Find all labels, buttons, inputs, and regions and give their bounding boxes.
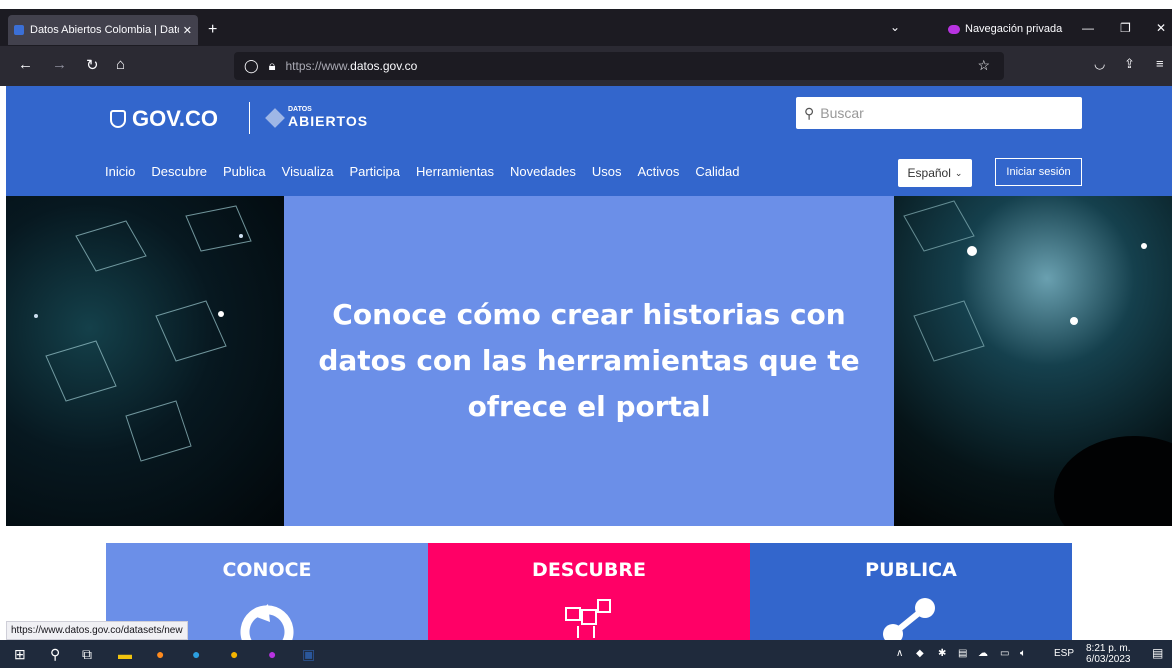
chrome-icon[interactable]: ● <box>230 646 238 662</box>
display-icon[interactable]: ▭ <box>1000 648 1009 659</box>
clock-date: 6/03/2023 <box>1086 654 1131 665</box>
search-placeholder: Buscar <box>820 105 864 121</box>
gov-co-logo[interactable]: GOV.CO <box>110 106 218 132</box>
extensions-icon[interactable]: ⇪ <box>1124 56 1135 72</box>
search-icon: ⚲ <box>804 104 815 121</box>
menu-item-inicio[interactable]: Inicio <box>105 164 135 179</box>
hero-photo-left <box>6 196 284 526</box>
card-descubre[interactable]: DESCUBRE <box>428 543 750 640</box>
logo-divider <box>249 102 250 134</box>
back-icon[interactable]: ← <box>18 56 33 73</box>
volume-icon[interactable]: 🔈︎ <box>1020 648 1026 659</box>
forward-icon[interactable]: → <box>52 56 67 73</box>
bluetooth-icon[interactable]: ✱ <box>938 648 946 659</box>
photos-tray-icon[interactable]: ▤ <box>958 648 967 659</box>
menu-item-visualiza[interactable]: Visualiza <box>282 164 334 179</box>
browser-tab-bar: Datos Abiertos Colombia | Dato ✕ + ⌄ Nav… <box>0 9 1172 46</box>
pocket-icon[interactable]: ◡ <box>1094 56 1105 72</box>
abiertos-text: ABIERTOS <box>288 113 369 129</box>
menu-item-activos[interactable]: Activos <box>637 164 679 179</box>
menu-item-usos[interactable]: Usos <box>592 164 622 179</box>
url-prefix: https://www. <box>285 59 351 73</box>
menu-icon[interactable]: ≡ <box>1156 56 1164 71</box>
wireframe-cubes-graphic <box>34 205 252 462</box>
close-tab-icon[interactable]: ✕ <box>183 24 192 37</box>
tab-title: Datos Abiertos Colombia | Dato <box>30 24 179 36</box>
network-tray-icon[interactable]: ◆ <box>916 648 924 659</box>
site-header: GOV.CO DATOS ABIERTOS ⚲ Buscar Inicio De… <box>6 86 1172 196</box>
screen: Datos Abiertos Colombia | Dato ✕ + ⌄ Nav… <box>0 0 1172 668</box>
input-language[interactable]: ESP <box>1054 648 1074 659</box>
minimize-icon[interactable]: — <box>1082 21 1094 35</box>
notifications-icon[interactable]: ▤ <box>1152 646 1163 660</box>
login-button[interactable]: Iniciar sesión <box>995 158 1082 186</box>
datos-text: DATOS <box>288 106 312 113</box>
task-view-icon[interactable]: ⧉ <box>82 646 92 663</box>
coat-of-arms-icon <box>110 110 126 128</box>
language-label: Español <box>907 166 951 180</box>
refresh-circle-icon <box>240 604 294 640</box>
list-tabs-chevron-icon[interactable]: ⌄ <box>890 20 900 34</box>
hero-headline: Conoce cómo crear historias con datos co… <box>318 298 860 423</box>
lock-icon[interactable]: 🔒︎ <box>269 58 276 74</box>
card-title: DESCUBRE <box>532 559 646 581</box>
private-browsing-indicator: Navegación privada <box>948 23 1062 35</box>
menu-item-descubre[interactable]: Descubre <box>151 164 207 179</box>
home-icon[interactable]: ⌂ <box>116 56 125 73</box>
menu-item-novedades[interactable]: Novedades <box>510 164 576 179</box>
word-icon[interactable]: ▣ <box>302 646 315 663</box>
clock[interactable]: 8:21 p. m. 6/03/2023 <box>1086 643 1131 665</box>
tracking-shield-icon[interactable]: ◯ <box>244 58 259 74</box>
edge-icon[interactable]: ● <box>192 646 200 662</box>
hero-headline-box: Conoce cómo crear historias con datos co… <box>284 196 894 526</box>
clock-time: 8:21 p. m. <box>1086 643 1131 654</box>
card-title: CONOCE <box>222 559 312 581</box>
menu-item-publica[interactable]: Publica <box>223 164 266 179</box>
language-select[interactable]: Español ⌄ <box>898 159 972 187</box>
menu-item-calidad[interactable]: Calidad <box>695 164 739 179</box>
datos-logo-mark-icon <box>265 107 285 128</box>
file-explorer-icon[interactable]: ▬ <box>118 646 132 662</box>
private-label: Navegación privada <box>965 23 1063 35</box>
card-publica[interactable]: PUBLICA <box>750 543 1072 640</box>
windows-taskbar: ⊞ ⚲ ⧉ ▬ ● ● ● ● ▣ ∧ ◆ ✱ ▤ ☁ ▭ 🔈︎ ESP 8:2… <box>0 640 1172 668</box>
new-tab-icon[interactable]: + <box>208 21 217 39</box>
datos-abiertos-logo[interactable]: DATOS ABIERTOS <box>265 106 369 129</box>
search-input[interactable]: ⚲ Buscar <box>796 97 1082 129</box>
close-window-icon[interactable]: ✕ <box>1156 21 1166 35</box>
social-network-icon <box>565 599 611 638</box>
search-taskbar-icon[interactable]: ⚲ <box>50 646 60 663</box>
bookmark-star-icon[interactable]: ☆ <box>977 57 990 74</box>
status-url-tooltip: https://www.datos.gov.co/datasets/new <box>6 621 188 640</box>
hero-photo-right <box>894 196 1172 526</box>
firefox-icon[interactable]: ● <box>156 646 164 662</box>
restore-icon[interactable]: ❐ <box>1120 21 1131 35</box>
reload-icon[interactable]: ↻ <box>86 56 99 74</box>
menu-item-participa[interactable]: Participa <box>349 164 400 179</box>
show-hidden-icons-icon[interactable]: ∧ <box>896 648 903 659</box>
firefox-private-icon[interactable]: ● <box>268 646 276 662</box>
chevron-down-icon: ⌄ <box>954 167 963 178</box>
main-menu: Inicio Descubre Publica Visualiza Partic… <box>105 164 755 179</box>
favicon-icon <box>14 25 24 35</box>
stage-lights-graphic <box>903 200 1172 526</box>
category-cards: CONOCE DESCUBRE PUBLICA <box>106 543 1072 640</box>
url-bar[interactable]: ◯ 🔒︎ https://www. datos.gov.co ☆ <box>234 52 1004 80</box>
onedrive-icon[interactable]: ☁ <box>978 648 988 659</box>
menu-item-herramientas[interactable]: Herramientas <box>416 164 494 179</box>
browser-nav-bar: ← → ↻ ⌂ ◯ 🔒︎ https://www. datos.gov.co ☆ … <box>0 46 1172 86</box>
gov-co-text: GOV.CO <box>132 106 218 131</box>
share-icon <box>883 598 935 640</box>
browser-tab[interactable]: Datos Abiertos Colombia | Dato ✕ <box>8 15 198 45</box>
private-mask-icon <box>948 24 960 34</box>
url-domain: datos.gov.co <box>350 59 418 73</box>
windows-start-icon[interactable]: ⊞ <box>14 646 26 663</box>
card-title: PUBLICA <box>865 559 957 581</box>
hero-banner[interactable]: Conoce cómo crear historias con datos co… <box>6 196 1172 526</box>
